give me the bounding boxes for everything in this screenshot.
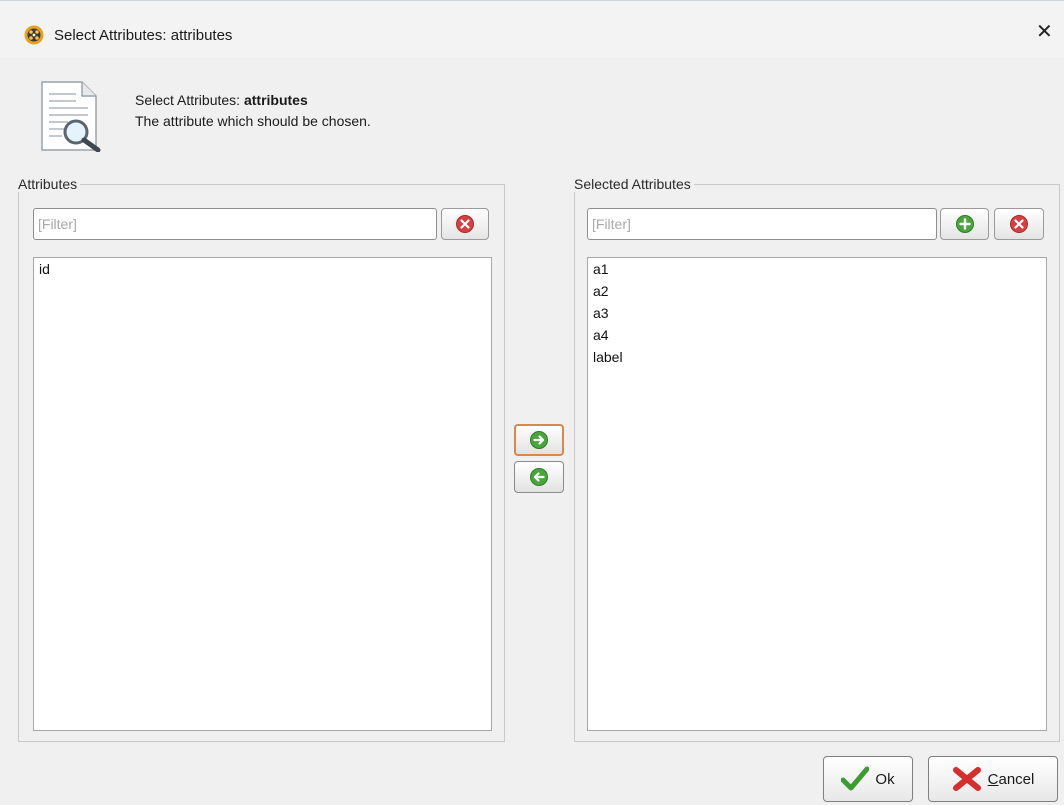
list-item[interactable]: label [588,346,1046,368]
document-magnifier-icon [41,81,101,152]
clear-filter-icon [1010,215,1028,233]
attributes-legend: Attributes [18,176,78,192]
plus-icon [955,215,974,233]
clear-attributes-filter-button[interactable] [441,208,489,240]
title-bar: Select Attributes: attributes ✕ [0,0,1064,58]
list-item[interactable]: a3 [588,302,1046,324]
list-item[interactable]: a4 [588,324,1046,346]
selected-attributes-legend: Selected Attributes [574,176,691,192]
ok-button[interactable]: Ok [823,756,913,802]
list-item[interactable]: a1 [588,258,1046,280]
header-param-name: attributes [243,92,308,108]
move-left-button[interactable] [514,461,564,493]
selected-attributes-filter-input[interactable] [587,208,937,240]
arrow-left-icon [530,468,548,486]
header-title-prefix: Select Attributes: [135,92,244,108]
cancel-label: Cancel [988,771,1035,788]
clear-selected-filter-button[interactable] [994,208,1044,240]
selected-attributes-list[interactable]: a1 a2 a3 a4 label [587,257,1047,731]
rapidminer-logo-icon [24,25,44,45]
attributes-list[interactable]: id [33,257,492,731]
attributes-filter-input[interactable] [33,208,437,240]
move-right-button[interactable] [514,424,564,456]
window-title: Select Attributes: attributes [54,27,233,44]
list-item[interactable]: a2 [588,280,1046,302]
cancel-label-rest: ancel [998,770,1035,788]
add-attribute-button[interactable] [940,208,989,240]
cancel-button[interactable]: Cancel [928,756,1058,802]
close-icon[interactable]: ✕ [1036,22,1053,42]
ok-label: Ok [875,770,895,788]
arrow-right-icon [530,431,548,449]
cancel-mnemonic: C [987,770,999,788]
header-title: Select Attributes: attributes [135,92,308,108]
checkmark-icon [841,766,870,791]
clear-filter-icon [456,215,474,233]
list-item[interactable]: id [34,258,491,280]
red-x-icon [952,767,981,791]
header-description: The attribute which should be chosen. [135,113,371,129]
